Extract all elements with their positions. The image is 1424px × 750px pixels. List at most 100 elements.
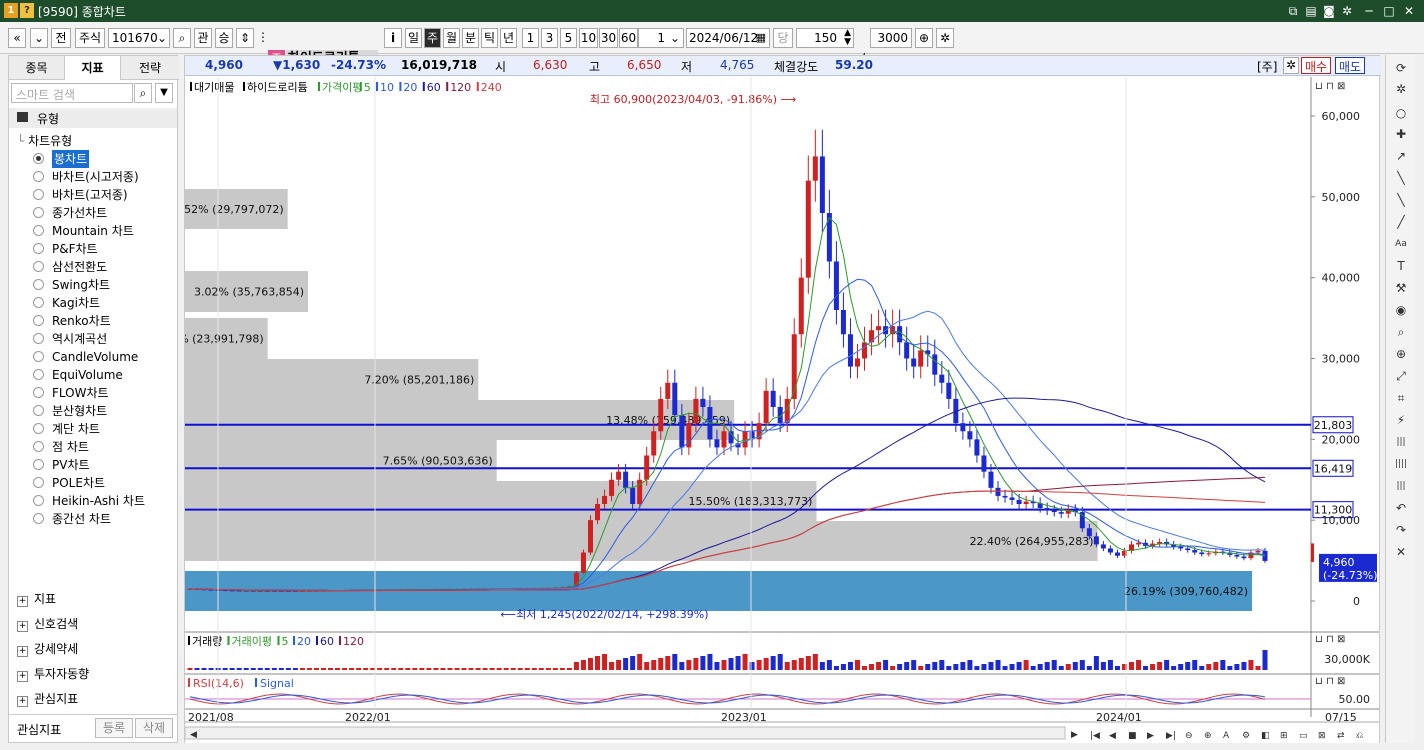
camera-icon[interactable]: ◙ <box>1321 3 1337 19</box>
chart-type-header[interactable]: └ 차트유형 <box>17 132 72 149</box>
candle-body[interactable] <box>1016 499 1022 504</box>
candle-body[interactable] <box>1136 542 1142 545</box>
radio-icon[interactable] <box>33 189 44 200</box>
settings-icon[interactable]: ✲ <box>1339 3 1355 19</box>
candle-body[interactable] <box>595 504 601 521</box>
related-button[interactable]: 관 <box>194 28 212 48</box>
candle-body[interactable] <box>974 439 980 456</box>
search-icon[interactable]: ⌕ <box>173 28 191 48</box>
candle-body[interactable] <box>1192 550 1198 553</box>
tool-icon[interactable]: ⚒ <box>1392 279 1410 297</box>
expand-icon[interactable]: + <box>17 621 28 632</box>
radio-icon[interactable] <box>33 207 44 218</box>
line-icon[interactable]: ╲ <box>1392 169 1410 187</box>
interval-dropdown-icon[interactable]: ⌄ <box>670 29 680 47</box>
candle-body[interactable] <box>1255 550 1261 553</box>
candle-body[interactable] <box>770 390 776 407</box>
bold-icon[interactable]: T <box>1392 257 1410 275</box>
candle-body[interactable] <box>1051 510 1057 513</box>
expand-icon[interactable]: + <box>17 671 28 682</box>
candle-body[interactable] <box>693 398 699 424</box>
candle-body[interactable] <box>981 455 987 472</box>
expand-icon[interactable]: + <box>17 646 28 657</box>
barsc-icon[interactable]: ||| <box>1392 477 1410 495</box>
arrow-icon[interactable]: ↗ <box>1392 147 1410 165</box>
candle-body[interactable] <box>1234 554 1240 557</box>
candle-body[interactable] <box>925 350 931 355</box>
candle-body[interactable] <box>1023 501 1029 504</box>
candle-body[interactable] <box>602 495 608 504</box>
refresh-icon[interactable]: ⟳ <box>1392 59 1410 77</box>
candle-body[interactable] <box>1206 553 1212 555</box>
candle-body[interactable] <box>644 455 650 480</box>
radio-icon[interactable] <box>33 459 44 470</box>
candle-body[interactable] <box>630 487 636 504</box>
barsa-icon[interactable]: ||| <box>1392 433 1410 451</box>
candle-body[interactable] <box>1002 495 1008 498</box>
code-dropdown-icon[interactable]: ⌄ <box>157 29 167 47</box>
date-input[interactable]: 2024/06/12 ▦ <box>686 28 770 48</box>
scrollbar-track[interactable] <box>185 726 1066 740</box>
fit-icon[interactable]: ⤢ <box>1392 367 1410 385</box>
candle-body[interactable] <box>988 471 994 488</box>
type-section-header[interactable]: 유형 <box>9 108 177 128</box>
dropdown-button[interactable]: ⌄ <box>30 28 48 48</box>
prev-button[interactable]: 전 <box>51 28 71 48</box>
radio-icon[interactable] <box>33 171 44 182</box>
interval-60[interactable]: 60 <box>619 28 638 48</box>
period-tick[interactable]: 틱 <box>481 28 498 48</box>
undo-icon[interactable]: ↶ <box>1392 499 1410 517</box>
gear-icon[interactable]: ✲ <box>1392 80 1410 98</box>
link-icon[interactable]: ⧉ <box>1285 3 1301 19</box>
interval-10[interactable]: 10 <box>579 28 598 48</box>
gear-icon[interactable]: ✲ <box>936 28 954 48</box>
interval-30[interactable]: 30 <box>599 28 618 48</box>
interval-input[interactable]: 1 ⌄ <box>638 28 684 48</box>
chevron-down-icon[interactable]: ▼ <box>155 83 173 103</box>
zoomplus-icon[interactable]: ⊕ <box>1392 345 1410 363</box>
candle-body[interactable] <box>700 398 706 407</box>
radio-icon[interactable] <box>33 351 44 362</box>
radio-icon[interactable] <box>33 225 44 236</box>
section-item[interactable]: + 관심지표 <box>17 690 78 707</box>
tab-strategy[interactable]: 전략 <box>121 56 179 80</box>
diagonal-icon[interactable]: ╱ <box>1392 213 1410 231</box>
rise-button[interactable]: 승 <box>215 28 233 48</box>
radio-icon[interactable] <box>33 243 44 254</box>
calendar-icon[interactable]: ▦ <box>756 29 766 47</box>
radio-icon[interactable] <box>33 405 44 416</box>
zigzag-icon[interactable]: ⚡ <box>1392 411 1410 429</box>
candle-body[interactable] <box>1199 552 1205 555</box>
radio-icon[interactable] <box>33 261 44 272</box>
x-icon[interactable]: ✕ <box>1392 543 1410 561</box>
candle-body[interactable] <box>960 423 966 432</box>
sell-button[interactable]: 매도 <box>1335 57 1365 74</box>
candle-body[interactable] <box>812 156 818 181</box>
smart-search-input[interactable]: 스마트 검색 <box>11 83 133 103</box>
candle-body[interactable] <box>932 354 938 375</box>
stock-code-input[interactable]: 101670 ⌄ <box>108 28 170 48</box>
radio-icon[interactable] <box>33 441 44 452</box>
candle-body[interactable] <box>616 471 622 480</box>
candle-body[interactable] <box>847 334 853 367</box>
candle-body[interactable] <box>911 358 917 367</box>
radio-icon[interactable] <box>33 387 44 398</box>
candle-body[interactable] <box>854 358 860 367</box>
search-icon[interactable]: ⌕ <box>134 83 152 103</box>
price-chart-svg[interactable]: 대기매물하이드로리튬가격이평51020601202402.52% (29,797… <box>185 77 1379 743</box>
barsb-icon[interactable]: |||| <box>1392 455 1410 473</box>
candle-body[interactable] <box>1185 548 1191 551</box>
tab-indicator[interactable]: 지표 <box>65 56 121 80</box>
candle-body[interactable] <box>1086 528 1092 537</box>
radio-icon[interactable] <box>33 279 44 290</box>
candle-body[interactable] <box>665 382 671 399</box>
radio-icon[interactable] <box>33 369 44 380</box>
candle-body[interactable] <box>623 471 629 488</box>
minimize-icon[interactable]: ─ <box>1361 3 1377 19</box>
candle-body[interactable] <box>939 374 945 383</box>
market-select[interactable]: 주식 <box>75 28 105 48</box>
chart-settings-icon[interactable]: ✲ <box>1283 57 1299 74</box>
candle-body[interactable] <box>1058 512 1064 514</box>
radio-icon[interactable] <box>33 333 44 344</box>
candle-body[interactable] <box>967 431 973 440</box>
